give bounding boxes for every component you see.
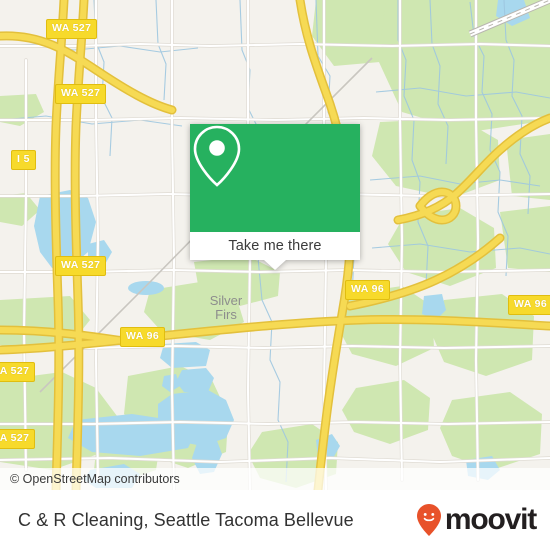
road-shield: WA 96 bbox=[345, 280, 391, 300]
map-screenshot: WA 527 WA 527 I 5 WA 527 WA 96 WA 96 WA … bbox=[0, 0, 550, 550]
road-shield: WA 527 bbox=[55, 84, 107, 104]
moovit-logo[interactable]: moovit bbox=[416, 503, 537, 537]
place-label-line2: Firs bbox=[215, 307, 237, 322]
take-me-there-label: Take me there bbox=[228, 238, 322, 254]
footer-bar: C & R Cleaning, Seattle Tacoma Bellevue … bbox=[0, 490, 550, 550]
popup-header bbox=[190, 124, 360, 232]
map-popup[interactable]: Take me there bbox=[190, 124, 360, 270]
moovit-smiley-pin-icon bbox=[416, 504, 441, 536]
road-shield: WA 527 bbox=[46, 19, 98, 39]
popup-tail bbox=[264, 260, 286, 270]
road-shield: WA 96 bbox=[120, 327, 166, 347]
map-attribution[interactable]: © OpenStreetMap contributors bbox=[0, 468, 550, 490]
place-label-silver-firs: Silver Firs bbox=[186, 294, 266, 322]
place-label-line1: Silver bbox=[209, 293, 243, 308]
location-title: C & R Cleaning, Seattle Tacoma Bellevue bbox=[18, 509, 354, 530]
popup-action-bar[interactable]: Take me there bbox=[190, 232, 360, 270]
road-shield: WA 527 bbox=[0, 362, 36, 382]
road-shield: WA 527 bbox=[55, 256, 107, 276]
road-shield: WA 96 bbox=[508, 295, 550, 315]
road-shield: I 5 bbox=[11, 150, 36, 170]
map-pin-icon bbox=[193, 125, 241, 187]
moovit-wordmark: moovit bbox=[444, 503, 537, 536]
road-shield: WA 527 bbox=[0, 429, 36, 449]
map-canvas[interactable]: WA 527 WA 527 I 5 WA 527 WA 96 WA 96 WA … bbox=[0, 0, 550, 490]
